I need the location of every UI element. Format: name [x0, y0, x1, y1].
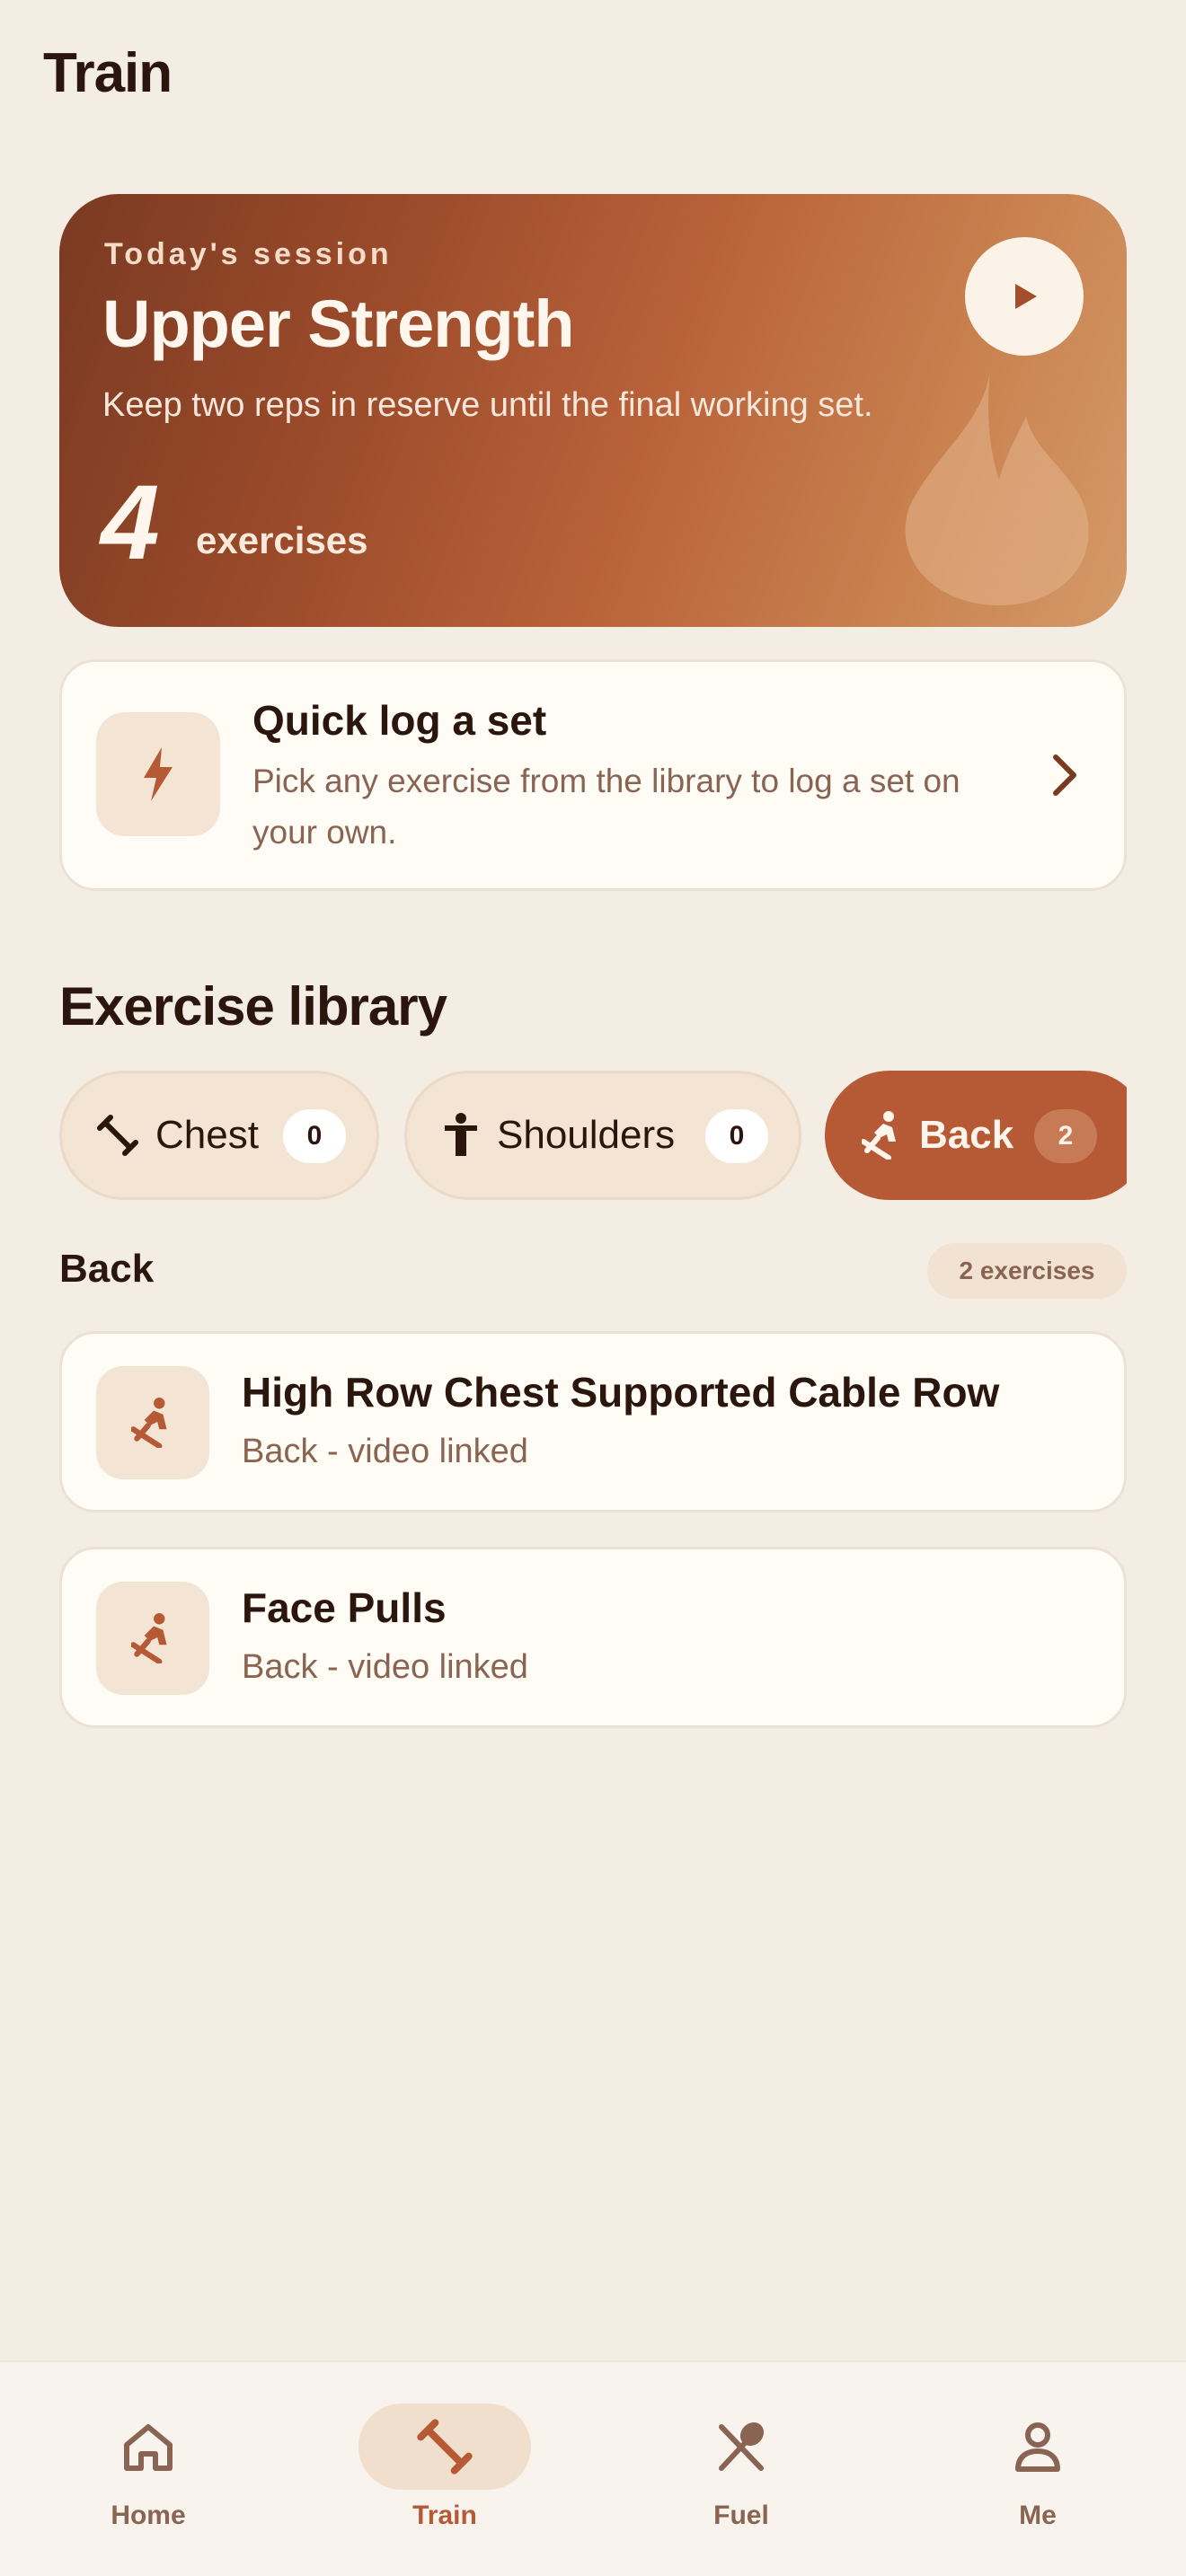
nav-label: Fuel	[713, 2501, 769, 2530]
nav-label: Home	[111, 2501, 186, 2530]
utensils-icon	[719, 2422, 765, 2471]
quick-log-card[interactable]: Quick log a set Pick any exercise from t…	[59, 659, 1127, 891]
quick-log-title: Quick log a set	[252, 697, 547, 744]
nav-item-fuel[interactable]: Fuel	[593, 2362, 890, 2576]
exercise-meta: Back - video linked	[242, 1433, 528, 1470]
bottom-nav: Home Train Fuel Me	[0, 2360, 1186, 2576]
flame-icon	[905, 372, 1089, 605]
train-screen: Train Today's session Upper Strength Kee…	[0, 0, 1186, 2576]
chip-label: Chest	[155, 1113, 259, 1157]
group-title: Back	[59, 1247, 155, 1291]
chip-count: 2	[1034, 1109, 1097, 1163]
muscle-group-chips: Chest 0 Shoulders 0 Back 2	[59, 1071, 1127, 1200]
chevron-right-icon	[1053, 754, 1076, 796]
session-subtitle: Keep two reps in reserve until the final…	[102, 386, 873, 424]
chip-label: Shoulders	[497, 1113, 676, 1157]
chip-count: 0	[705, 1109, 768, 1163]
bolt-icon	[144, 747, 173, 801]
session-exercise-count-label: exercises	[196, 519, 368, 561]
nav-icon-container	[358, 2404, 531, 2490]
exercise-library-title: Exercise library	[59, 976, 447, 1037]
nav-label: Train	[412, 2501, 477, 2530]
exercise-list-item[interactable]: Face Pulls Back - video linked	[59, 1547, 1127, 1728]
exercise-name: Face Pulls	[242, 1584, 447, 1631]
person-icon	[1015, 2422, 1060, 2472]
nav-icon-container	[655, 2404, 828, 2490]
nav-item-train[interactable]: Train	[296, 2362, 593, 2576]
exercise-name: High Row Chest Supported Cable Row	[242, 1369, 1000, 1416]
session-eyebrow: Today's session	[104, 237, 393, 271]
play-icon	[1015, 284, 1037, 309]
dumbbell-icon	[97, 1115, 138, 1156]
home-icon	[124, 2424, 173, 2471]
session-title: Upper Strength	[102, 287, 575, 361]
exercise-list-item[interactable]: High Row Chest Supported Cable Row Back …	[59, 1331, 1127, 1513]
chip-chest[interactable]: Chest 0	[59, 1071, 379, 1200]
nav-label: Me	[1019, 2501, 1057, 2530]
chip-count: 0	[283, 1109, 346, 1163]
page-title: Train	[43, 42, 173, 104]
dumbbell-icon	[417, 2419, 473, 2475]
chip-shoulders[interactable]: Shoulders 0	[404, 1071, 801, 1200]
exercise-meta: Back - video linked	[242, 1648, 528, 1686]
nav-item-home[interactable]: Home	[0, 2362, 296, 2576]
nav-icon-container	[951, 2404, 1124, 2490]
chip-back[interactable]: Back 2	[825, 1071, 1127, 1200]
start-session-button[interactable]	[965, 237, 1084, 356]
rowing-icon	[862, 1111, 896, 1160]
rowing-icon	[131, 1398, 167, 1448]
rowing-icon	[131, 1613, 167, 1663]
exercise-icon-tile	[96, 1582, 209, 1695]
exercise-icon-tile	[96, 1366, 209, 1479]
chip-label: Back	[919, 1113, 1014, 1157]
person-arms-icon	[445, 1113, 477, 1156]
quick-log-icon-tile	[96, 712, 220, 836]
nav-item-me[interactable]: Me	[890, 2362, 1186, 2576]
session-exercise-count: 4	[101, 463, 160, 582]
todays-session-card[interactable]: Today's session Upper Strength Keep two …	[59, 194, 1127, 627]
nav-icon-container	[62, 2404, 235, 2490]
group-count-badge: 2 exercises	[927, 1243, 1127, 1299]
quick-log-description: Pick any exercise from the library to lo…	[252, 763, 960, 851]
